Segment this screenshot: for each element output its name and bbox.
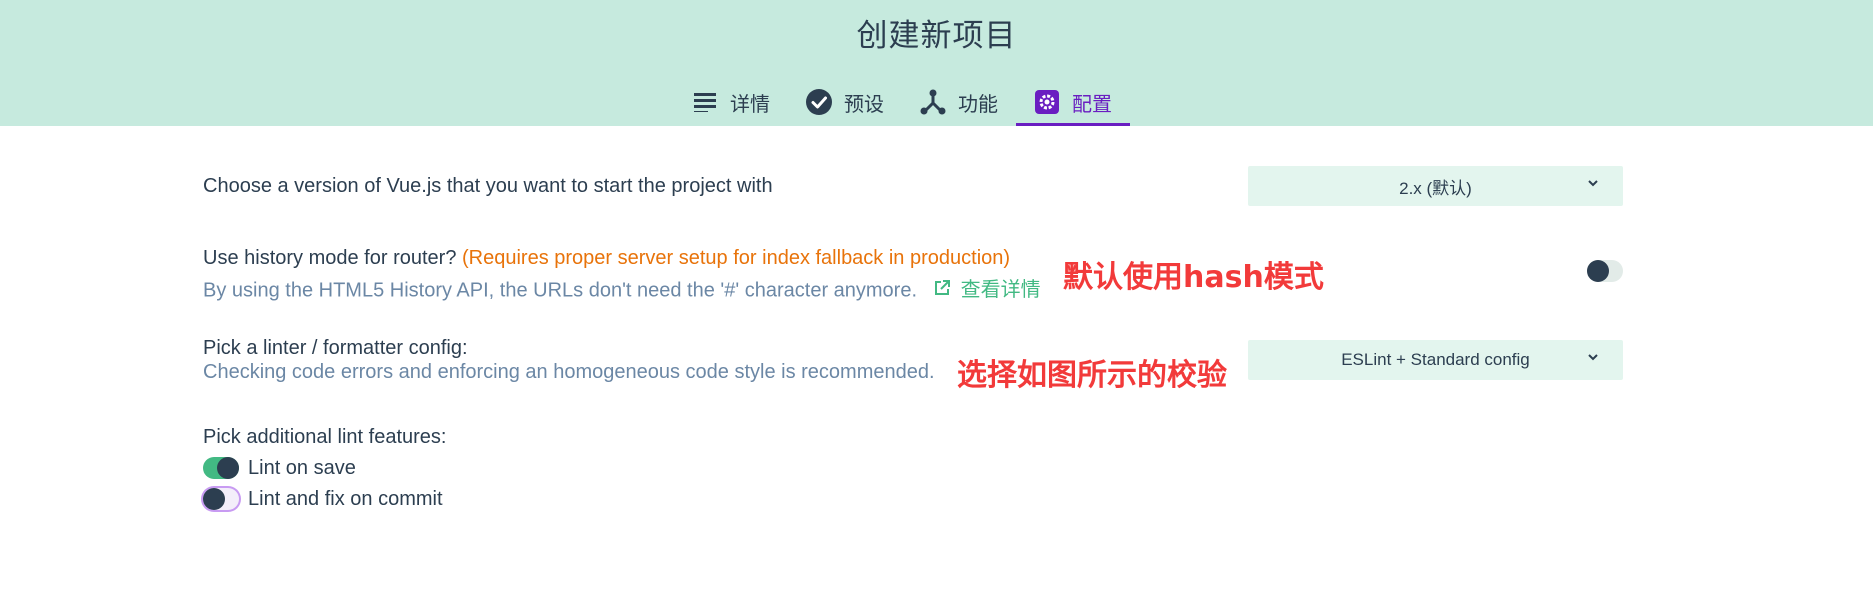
toggle-knob	[203, 488, 225, 510]
tab-label: 配置	[1072, 93, 1112, 116]
check-circle-icon	[806, 89, 832, 115]
lint-fix-on-commit-toggle[interactable]	[203, 488, 239, 510]
chevron-down-icon	[1588, 354, 1598, 361]
router-description-text: By using the HTML5 History API, the URLs…	[203, 279, 918, 302]
tab-label: 预设	[844, 93, 884, 116]
external-link-icon	[934, 279, 950, 295]
select-value: ESLint + Standard config	[1341, 350, 1530, 369]
chevron-down-icon	[1588, 180, 1598, 187]
more-info-link[interactable]: 查看详情	[933, 273, 1041, 302]
tab-bar: 详情 预设 功能 配置	[674, 78, 1130, 126]
tab-label: 详情	[730, 93, 770, 116]
annotation-linter: 选择如图所示的校验	[957, 358, 1227, 393]
lint-on-save-label: Lint on save	[248, 457, 356, 479]
annotation-router: 默认使用hash模式	[1063, 260, 1324, 295]
router-history-label: Use history mode for router? (Requires p…	[203, 247, 1010, 270]
tab-config[interactable]: 配置	[1016, 78, 1130, 126]
router-history-question: Use history mode for router?	[203, 247, 457, 269]
linter-select[interactable]: ESLint + Standard config	[1248, 340, 1623, 380]
vue-version-select[interactable]: 2.x (默认)	[1248, 166, 1623, 206]
linter-description: Checking code errors and enforcing an ho…	[203, 361, 935, 383]
linter-label: Pick a linter / formatter config:	[203, 337, 468, 359]
lint-features-label: Pick additional lint features:	[203, 426, 447, 448]
select-value: 2.x (默认)	[1399, 178, 1472, 198]
vue-version-label: Choose a version of Vue.js that you want…	[203, 175, 773, 197]
toggle-knob	[1587, 260, 1609, 282]
settings-icon	[1034, 89, 1060, 115]
tab-details[interactable]: 详情	[674, 78, 788, 126]
router-warning: (Requires proper server setup for index …	[462, 247, 1011, 269]
router-history-toggle[interactable]	[1587, 260, 1623, 282]
lint-on-save-toggle[interactable]	[203, 457, 239, 479]
fork-icon	[920, 89, 946, 115]
more-info-label: 查看详情	[960, 279, 1041, 301]
header: 创建新项目 详情 预设 功能 配置	[0, 0, 1873, 126]
router-history-description: By using the HTML5 History API, the URLs…	[203, 273, 1041, 303]
page-title: 创建新项目	[856, 18, 1017, 53]
toggle-knob	[217, 457, 239, 479]
tab-label: 功能	[958, 93, 998, 116]
tab-presets[interactable]: 预设	[788, 78, 902, 126]
list-icon	[692, 89, 718, 115]
tab-features[interactable]: 功能	[902, 78, 1016, 126]
lint-fix-on-commit-label: Lint and fix on commit	[248, 488, 443, 510]
